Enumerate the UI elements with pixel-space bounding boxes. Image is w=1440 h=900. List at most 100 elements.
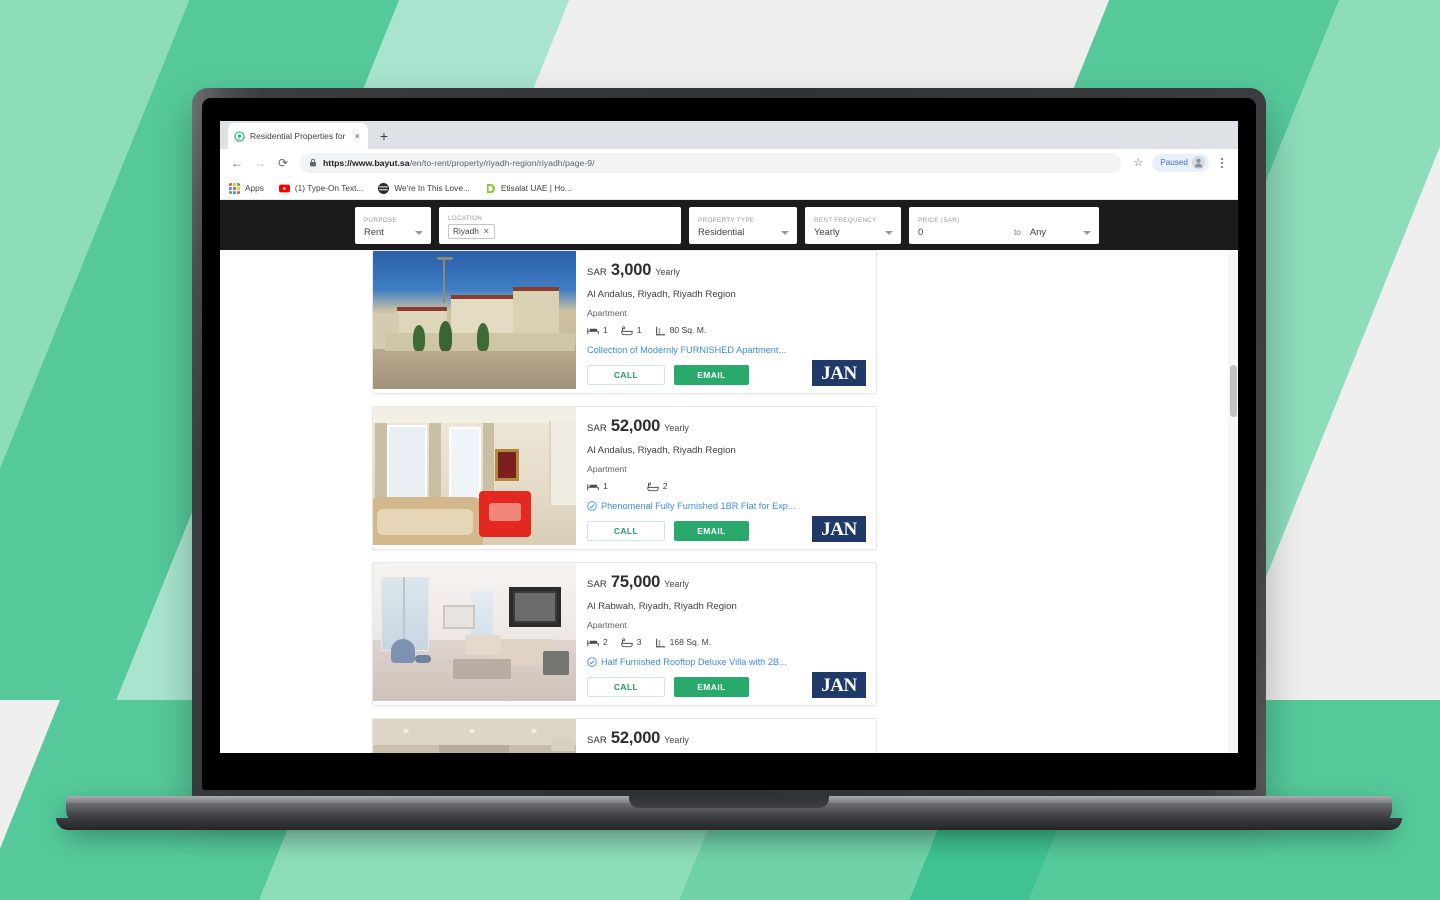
price-max-input[interactable]: Any: [1030, 226, 1046, 237]
bookmarks-bar: Apps (1) Type-On Text... We're In This L…: [220, 177, 1238, 200]
listing-title-link[interactable]: Collection of Modernly FURNISHED Apartme…: [587, 344, 786, 356]
reload-button[interactable]: ⟳: [274, 154, 292, 172]
apps-grid-icon: [229, 182, 240, 194]
price-range-row: 0 to Any: [918, 226, 1091, 237]
dark-circle-icon: [378, 182, 390, 194]
close-icon[interactable]: ×: [353, 130, 362, 143]
property-photo[interactable]: [373, 563, 576, 701]
page-scrollbar-thumb[interactable]: [1230, 365, 1237, 417]
property-photo[interactable]: [373, 719, 576, 753]
tab-title: Residential Properties for Rent: [250, 130, 348, 141]
agency-logo[interactable]: JAN: [812, 516, 866, 542]
new-tab-button[interactable]: +: [373, 125, 395, 147]
bedrooms-count: 2: [603, 637, 608, 647]
call-button[interactable]: CALL: [587, 521, 665, 541]
filter-property-type[interactable]: PROPERTY TYPE Residential: [689, 206, 797, 244]
property-photo[interactable]: [373, 407, 576, 545]
price-amount: 3,000: [610, 261, 652, 279]
bookmark-label: We're In This Love...: [394, 182, 470, 193]
paused-label: Paused: [1160, 157, 1188, 167]
price-frequency: Yearly: [664, 735, 689, 745]
listing-title-link[interactable]: Phenomenal Fully Furnished 1BR Flat for …: [601, 500, 796, 512]
agency-name: JAN: [821, 518, 857, 540]
property-listing-card[interactable]: SAR 52,000 Yearly Al Rabwah, Riyadh, Riy…: [372, 718, 877, 753]
profile-paused-pill[interactable]: Paused: [1152, 153, 1209, 172]
close-icon[interactable]: ✕: [483, 226, 490, 237]
bathtub-icon: [647, 481, 659, 491]
laptop-mockup: Residential Properties for Rent × + ← → …: [56, 88, 1402, 833]
agency-logo[interactable]: JAN: [812, 672, 866, 698]
price-frequency: Yearly: [655, 267, 680, 277]
bookmark-star-icon[interactable]: ☆: [1129, 154, 1147, 172]
bookmark-were-in-this-love[interactable]: We're In This Love...: [378, 182, 470, 194]
search-filter-bar: PURPOSE Rent LOCATION Riyadh ✕ PROPERTY …: [220, 200, 1238, 250]
forward-button[interactable]: →: [251, 154, 269, 172]
bookmark-apps[interactable]: Apps: [229, 182, 264, 194]
bookmark-etisalat[interactable]: Etisalat UAE | Ho...: [485, 183, 572, 194]
filter-purpose[interactable]: PURPOSE Rent: [355, 206, 431, 244]
filter-label: PRICE (SAR): [918, 217, 960, 224]
bookmark-label: Etisalat UAE | Ho...: [500, 182, 572, 193]
green-d-icon: [486, 183, 495, 193]
chevron-down-icon[interactable]: [885, 230, 893, 235]
price-min-input[interactable]: 0: [918, 226, 1014, 237]
agency-logo[interactable]: JAN: [812, 360, 866, 386]
price-frequency: Yearly: [664, 579, 689, 589]
bedrooms-count: 1: [603, 481, 608, 491]
property-location: Al Andalus, Riyadh, Riyadh Region: [587, 445, 736, 456]
page-scrollbar-track[interactable]: [1228, 250, 1238, 753]
browser-tab[interactable]: Residential Properties for Rent ×: [228, 123, 368, 149]
filter-location[interactable]: LOCATION Riyadh ✕: [439, 206, 681, 244]
bathrooms-count: 2: [662, 481, 668, 491]
filter-rent-frequency[interactable]: RENT FREQUENCY Yearly: [805, 206, 901, 244]
price: SAR 75,000 Yearly: [587, 573, 866, 592]
currency: SAR: [587, 266, 607, 277]
property-photo[interactable]: [373, 251, 576, 389]
listing-title-row: Collection of Modernly FURNISHED Apartme…: [587, 344, 866, 356]
property-details: SAR 52,000 Yearly Al Rabwah, Riyadh, Riy…: [576, 719, 876, 753]
listing-title-link[interactable]: Half Furnished Rooftop Deluxe Villa with…: [601, 656, 787, 668]
web-page: PURPOSE Rent LOCATION Riyadh ✕ PROPERTY …: [220, 200, 1238, 753]
call-button[interactable]: CALL: [587, 365, 665, 385]
email-button[interactable]: EMAIL: [674, 521, 749, 541]
listing-title-row: Half Furnished Rooftop Deluxe Villa with…: [587, 656, 866, 668]
verified-badge-icon: [587, 657, 597, 667]
bayut-logo-icon: [234, 130, 245, 142]
chevron-down-icon[interactable]: [1083, 230, 1091, 235]
laptop-base-notch: [629, 796, 829, 808]
area-icon: [655, 326, 665, 335]
chevron-down-icon[interactable]: [415, 230, 423, 235]
youtube-icon: [278, 184, 290, 192]
area-icon: [655, 638, 665, 647]
property-type: Apartment: [587, 620, 627, 630]
bathrooms-spec: 3: [621, 637, 642, 648]
address-bar[interactable]: https://www.bayut.sa/en/to-rent/property…: [300, 152, 1122, 173]
bookmark-type-on-text[interactable]: (1) Type-On Text...: [278, 183, 363, 194]
agency-name: JAN: [821, 362, 857, 384]
email-button[interactable]: EMAIL: [674, 365, 749, 385]
price-amount: 52,000: [610, 417, 661, 435]
property-listing-card[interactable]: SAR 52,000 Yearly Al Andalus, Riyadh, Ri…: [372, 406, 877, 550]
area-value: 168 Sq. M.: [669, 637, 712, 647]
property-listing-card[interactable]: SAR 3,000 Yearly Al Andalus, Riyadh, Riy…: [372, 250, 877, 394]
location-chip[interactable]: Riyadh ✕: [448, 224, 495, 239]
filter-value: Residential: [698, 225, 745, 237]
kebab-menu-icon[interactable]: [1214, 157, 1230, 168]
property-type: Apartment: [587, 308, 627, 318]
call-button[interactable]: CALL: [587, 677, 665, 697]
browser-tab-strip: Residential Properties for Rent × +: [220, 121, 1238, 149]
property-specs: 1 1 80 Sq. M.: [587, 325, 866, 336]
area-spec: 80 Sq. M.: [655, 325, 706, 336]
property-listing-card[interactable]: SAR 75,000 Yearly Al Rabwah, Riyadh, Riy…: [372, 562, 877, 706]
filter-price[interactable]: PRICE (SAR) 0 to Any: [909, 206, 1099, 244]
bookmark-label: Apps: [245, 182, 264, 193]
price-frequency: Yearly: [664, 423, 689, 433]
listing-results-list: SAR 3,000 Yearly Al Andalus, Riyadh, Riy…: [372, 250, 877, 753]
bathrooms-count: 1: [636, 325, 642, 335]
filter-label: PROPERTY TYPE: [698, 216, 755, 224]
chevron-down-icon[interactable]: [781, 230, 789, 235]
url-domain: https://www.bayut.sa: [323, 157, 410, 168]
back-button[interactable]: ←: [228, 154, 246, 172]
avatar[interactable]: [1192, 156, 1205, 169]
email-button[interactable]: EMAIL: [674, 677, 749, 697]
